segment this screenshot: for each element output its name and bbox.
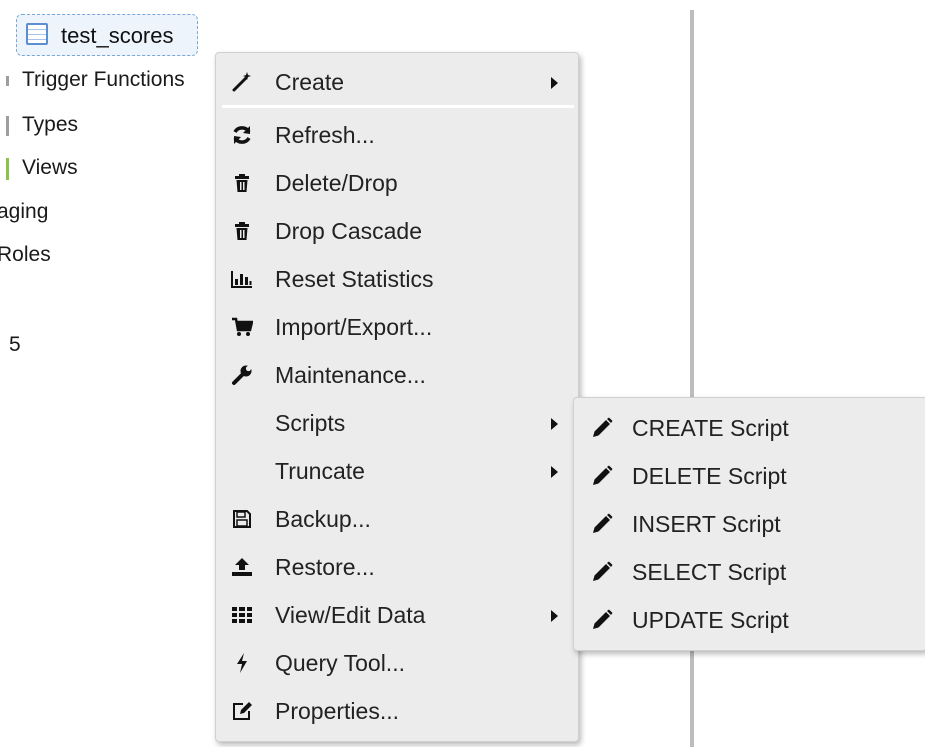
submenu-arrow-icon	[551, 77, 558, 89]
submenu-arrow-icon	[551, 610, 558, 622]
tree-item-roles[interactable]: Roles	[0, 243, 51, 267]
pencil-icon	[590, 560, 614, 584]
menu-item-query-tool[interactable]: Query Tool...	[216, 639, 578, 687]
menu-item-properties[interactable]: Properties...	[216, 687, 578, 735]
menu-item-drop-cascade[interactable]: Drop Cascade	[216, 207, 578, 255]
submenu-item-delete-script[interactable]: DELETE Script	[574, 452, 925, 500]
submenu-arrow-icon	[551, 466, 558, 478]
menu-item-label: Create	[275, 68, 345, 95]
menu-item-label: Scripts	[275, 409, 346, 436]
submenu-item-insert-script[interactable]: INSERT Script	[574, 500, 925, 548]
pencil-icon	[590, 464, 614, 488]
tree-node-test-scores[interactable]: test_scores	[16, 14, 198, 56]
menu-item-label: Refresh...	[275, 121, 375, 148]
menu-item-label: Drop Cascade	[275, 217, 423, 244]
submenu-item-create-script[interactable]: CREATE Script	[574, 404, 925, 452]
menu-item-label: Restore...	[275, 553, 375, 580]
menu-item-refresh[interactable]: Refresh...	[216, 111, 578, 159]
submenu-arrow-icon	[551, 418, 558, 430]
table-icon	[26, 23, 48, 45]
magic-wand-icon	[230, 70, 254, 94]
menu-item-truncate[interactable]: Truncate	[216, 447, 578, 495]
menu-item-import-export[interactable]: Import/Export...	[216, 303, 578, 351]
scripts-submenu: CREATE Script DELETE Script INSERT Scrip…	[573, 397, 925, 651]
views-icon	[6, 158, 9, 180]
trash-icon	[230, 171, 254, 195]
menu-item-label: Import/Export...	[275, 313, 433, 340]
upload-icon	[230, 555, 254, 579]
submenu-item-label: SELECT Script	[632, 558, 787, 585]
tree-item-trigger-functions[interactable]: Trigger Functions	[22, 68, 185, 92]
menu-item-create[interactable]: Create	[216, 58, 578, 106]
trash-icon	[230, 219, 254, 243]
menu-item-scripts[interactable]: Scripts	[216, 399, 578, 447]
menu-item-label: Maintenance...	[275, 361, 426, 388]
tree-connector-icon	[6, 76, 9, 86]
tree-item-views[interactable]: Views	[22, 156, 78, 180]
tree-item-types[interactable]: Types	[22, 113, 78, 137]
submenu-item-label: UPDATE Script	[632, 606, 789, 633]
pencil-icon	[590, 608, 614, 632]
menu-item-label: Properties...	[275, 697, 399, 724]
context-menu: Create Refresh... Delete/Drop Drop Casca…	[215, 52, 579, 742]
pencil-icon	[590, 512, 614, 536]
menu-item-label: Delete/Drop	[275, 169, 398, 196]
submenu-item-label: DELETE Script	[632, 462, 787, 489]
types-icon	[6, 116, 9, 136]
menu-item-label: Reset Statistics	[275, 265, 434, 292]
tree-node-label: test_scores	[61, 23, 174, 48]
floppy-disk-icon	[230, 507, 254, 531]
menu-item-view-edit-data[interactable]: View/Edit Data	[216, 591, 578, 639]
menu-item-label: Query Tool...	[275, 649, 405, 676]
cart-icon	[230, 315, 254, 339]
tree-item-aging[interactable]: aging	[0, 200, 48, 224]
submenu-item-select-script[interactable]: SELECT Script	[574, 548, 925, 596]
submenu-item-label: INSERT Script	[632, 510, 781, 537]
refresh-icon	[230, 123, 254, 147]
menu-separator	[222, 105, 574, 108]
menu-item-label: Truncate	[275, 457, 365, 484]
edit-icon	[230, 699, 254, 723]
menu-item-reset-statistics[interactable]: Reset Statistics	[216, 255, 578, 303]
grid-icon	[230, 603, 254, 627]
submenu-item-update-script[interactable]: UPDATE Script	[574, 596, 925, 644]
menu-item-maintenance[interactable]: Maintenance...	[216, 351, 578, 399]
menu-item-restore[interactable]: Restore...	[216, 543, 578, 591]
lightning-icon	[230, 651, 254, 675]
menu-item-label: Backup...	[275, 505, 371, 532]
pencil-icon	[590, 416, 614, 440]
submenu-item-label: CREATE Script	[632, 414, 789, 441]
tree-item-count: 5	[9, 333, 21, 356]
bar-chart-icon	[230, 267, 254, 291]
wrench-icon	[230, 363, 254, 387]
menu-item-label: View/Edit Data	[275, 601, 426, 628]
menu-item-backup[interactable]: Backup...	[216, 495, 578, 543]
menu-item-delete-drop[interactable]: Delete/Drop	[216, 159, 578, 207]
